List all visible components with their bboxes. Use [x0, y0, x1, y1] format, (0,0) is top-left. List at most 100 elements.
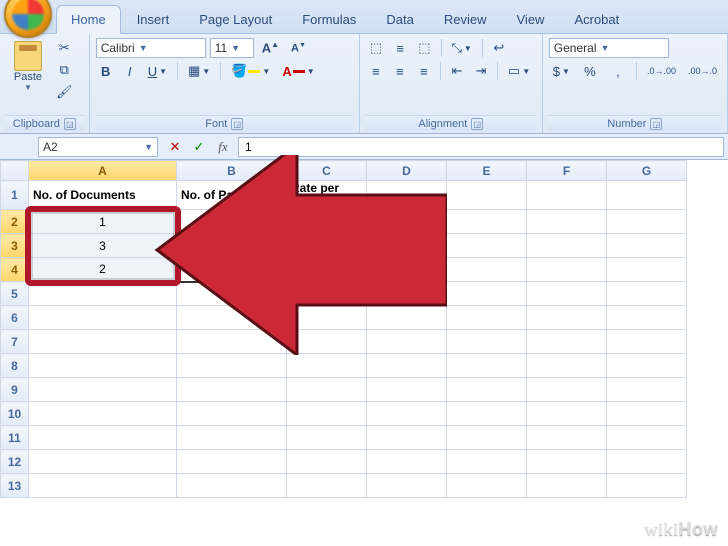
cell-G11[interactable]: [607, 426, 687, 450]
cell-G3[interactable]: [607, 234, 687, 258]
cell-F11[interactable]: [527, 426, 607, 450]
tab-insert[interactable]: Insert: [123, 6, 184, 33]
row-header-1[interactable]: 1: [1, 181, 29, 210]
cell-D8[interactable]: [367, 354, 447, 378]
cell-C13[interactable]: [287, 474, 367, 498]
cell-G9[interactable]: [607, 378, 687, 402]
cell-G6[interactable]: [607, 306, 687, 330]
cell-C10[interactable]: [287, 402, 367, 426]
cell-G7[interactable]: [607, 330, 687, 354]
border-button[interactable]: ▦▼: [184, 61, 214, 81]
row-header-13[interactable]: 13: [1, 474, 29, 498]
cell-F4[interactable]: [527, 258, 607, 282]
font-family-combo[interactable]: Calibri▼: [96, 38, 206, 58]
enter-formula-button[interactable]: ✓: [188, 137, 210, 157]
cell-C9[interactable]: [287, 378, 367, 402]
cell-C3[interactable]: 2: [287, 234, 367, 258]
row-header-2[interactable]: 2: [1, 210, 29, 234]
cell-A8[interactable]: [29, 354, 177, 378]
cell-C12[interactable]: [287, 450, 367, 474]
tab-view[interactable]: View: [503, 6, 559, 33]
cell-F2[interactable]: [527, 210, 607, 234]
cell-B9[interactable]: [177, 378, 287, 402]
cell-B11[interactable]: [177, 426, 287, 450]
fill-color-button[interactable]: 🪣▼: [227, 61, 274, 81]
cell-F6[interactable]: [527, 306, 607, 330]
row-header-6[interactable]: 6: [1, 306, 29, 330]
cell-B7[interactable]: [177, 330, 287, 354]
tab-review[interactable]: Review: [430, 6, 501, 33]
cell-D11[interactable]: [367, 426, 447, 450]
col-header-G[interactable]: G: [607, 161, 687, 181]
font-size-combo[interactable]: 11▼: [210, 38, 254, 58]
increase-decimal-button[interactable]: .0→.00: [643, 61, 680, 81]
cell-B1[interactable]: No. of Pages: [177, 181, 287, 210]
cell-G2[interactable]: [607, 210, 687, 234]
cell-C11[interactable]: [287, 426, 367, 450]
col-header-C[interactable]: C: [287, 161, 367, 181]
decrease-decimal-button[interactable]: .00→.0: [684, 61, 721, 81]
name-box[interactable]: A2▼: [38, 137, 158, 157]
align-middle-button[interactable]: ≡: [390, 38, 410, 58]
col-header-F[interactable]: F: [527, 161, 607, 181]
cell-C6[interactable]: [287, 306, 367, 330]
format-painter-button[interactable]: 🖌: [52, 82, 77, 102]
cell-F5[interactable]: [527, 282, 607, 306]
bold-button[interactable]: B: [96, 61, 116, 81]
align-top-button[interactable]: ⬚: [366, 38, 386, 58]
cell-D13[interactable]: [367, 474, 447, 498]
cell-G13[interactable]: [607, 474, 687, 498]
col-header-A[interactable]: A: [29, 161, 177, 181]
cell-D4[interactable]: [367, 258, 447, 282]
cell-A1[interactable]: No. of Documents: [29, 181, 177, 210]
dialog-launcher-icon[interactable]: ◲: [650, 118, 662, 130]
cell-E10[interactable]: [447, 402, 527, 426]
cell-C7[interactable]: [287, 330, 367, 354]
cell-F10[interactable]: [527, 402, 607, 426]
currency-button[interactable]: $▼: [549, 61, 574, 81]
cell-A2[interactable]: 1: [29, 210, 177, 234]
align-right-button[interactable]: ≡: [414, 61, 434, 81]
cell-D5[interactable]: [367, 282, 447, 306]
cell-G8[interactable]: [607, 354, 687, 378]
cell-A6[interactable]: [29, 306, 177, 330]
align-center-button[interactable]: ≡: [390, 61, 410, 81]
row-header-9[interactable]: 9: [1, 378, 29, 402]
row-header-11[interactable]: 11: [1, 426, 29, 450]
cell-E3[interactable]: [447, 234, 527, 258]
cell-E13[interactable]: [447, 474, 527, 498]
merge-center-button[interactable]: ▭▼: [504, 61, 534, 81]
number-format-combo[interactable]: General▼: [549, 38, 669, 58]
cell-D12[interactable]: [367, 450, 447, 474]
cell-E11[interactable]: [447, 426, 527, 450]
cell-E8[interactable]: [447, 354, 527, 378]
cell-B12[interactable]: [177, 450, 287, 474]
cut-button[interactable]: ✂: [52, 38, 77, 58]
cell-D7[interactable]: [367, 330, 447, 354]
cell-E6[interactable]: [447, 306, 527, 330]
cell-B3[interactable]: [177, 234, 287, 258]
row-header-7[interactable]: 7: [1, 330, 29, 354]
cell-B13[interactable]: [177, 474, 287, 498]
cell-G1[interactable]: [607, 181, 687, 210]
underline-button[interactable]: U▼: [144, 61, 171, 81]
cell-A9[interactable]: [29, 378, 177, 402]
cell-D2[interactable]: [367, 210, 447, 234]
cell-A3[interactable]: 3: [29, 234, 177, 258]
cell-A7[interactable]: [29, 330, 177, 354]
cell-C1[interactable]: Rate per page: [287, 181, 367, 210]
cell-F7[interactable]: [527, 330, 607, 354]
cell-B5[interactable]: [177, 282, 287, 306]
dialog-launcher-icon[interactable]: ◲: [231, 118, 243, 130]
col-header-B[interactable]: B: [177, 161, 287, 181]
cell-F9[interactable]: [527, 378, 607, 402]
row-header-12[interactable]: 12: [1, 450, 29, 474]
grow-font-button[interactable]: A▲: [258, 38, 283, 58]
comma-button[interactable]: ,: [606, 61, 630, 81]
cell-F8[interactable]: [527, 354, 607, 378]
wrap-text-button[interactable]: ↩: [489, 38, 509, 58]
row-header-10[interactable]: 10: [1, 402, 29, 426]
formula-input[interactable]: 1: [238, 137, 724, 157]
cell-G10[interactable]: [607, 402, 687, 426]
cell-G4[interactable]: [607, 258, 687, 282]
